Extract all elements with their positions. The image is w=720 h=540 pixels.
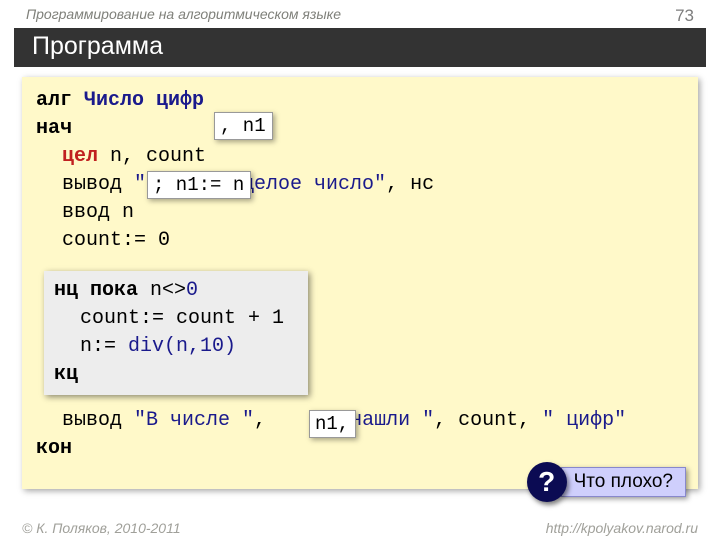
slide-title: Программа (14, 28, 706, 67)
callout-n1-decl: , n1 (214, 112, 273, 140)
kw-kc: кц (54, 363, 78, 386)
question-bubble: ? Что плохо? (527, 462, 686, 502)
page-number: 73 (675, 6, 694, 26)
kw-cel: цел (62, 145, 98, 168)
question-text: Что плохо? (561, 467, 686, 497)
kw-nach: нач (36, 117, 72, 140)
out2-c1: , (254, 409, 278, 432)
out2-s1: "В числе " (134, 409, 254, 432)
loop-box: нц пока n<>0 count:= count + 1 n:= div(n… (44, 271, 308, 395)
loop-body1: count:= count + 1 (80, 307, 284, 330)
out1-tail: , нс (386, 173, 434, 196)
loop-b2a: n:= (80, 335, 128, 358)
callout-n1-output: n1, (309, 410, 356, 438)
out2-c2: , count, (434, 409, 542, 432)
kw-nc: нц пока (54, 279, 150, 302)
footer-url: http://kpolyakov.narod.ru (546, 520, 698, 536)
in-var: n (122, 201, 134, 224)
callout-n1-assign: ; n1:= n (147, 171, 251, 199)
footer-copyright: © К. Поляков, 2010-2011 (22, 520, 181, 536)
loop-b2b: div(n,10) (128, 335, 236, 358)
kw-alg: алг (36, 89, 72, 112)
kw-vyvod2: вывод (62, 409, 134, 432)
loop-zero: 0 (186, 279, 198, 302)
alg-name: Число цифр (84, 89, 204, 112)
loop-cond: n<> (150, 279, 186, 302)
assign-zero: count:= 0 (62, 229, 170, 252)
kw-vyvod1: вывод (62, 173, 134, 196)
code-block: алг Число цифр нач цел n, count вывод "В… (22, 77, 698, 489)
decl-vars: n, count (98, 145, 206, 168)
out2-s3: " цифр" (542, 409, 626, 432)
kw-kon: кон (36, 437, 72, 460)
header-subject: Программирование на алгоритмическом язык… (26, 6, 341, 26)
kw-vvod: ввод (62, 201, 122, 224)
question-mark-icon: ? (527, 462, 567, 502)
